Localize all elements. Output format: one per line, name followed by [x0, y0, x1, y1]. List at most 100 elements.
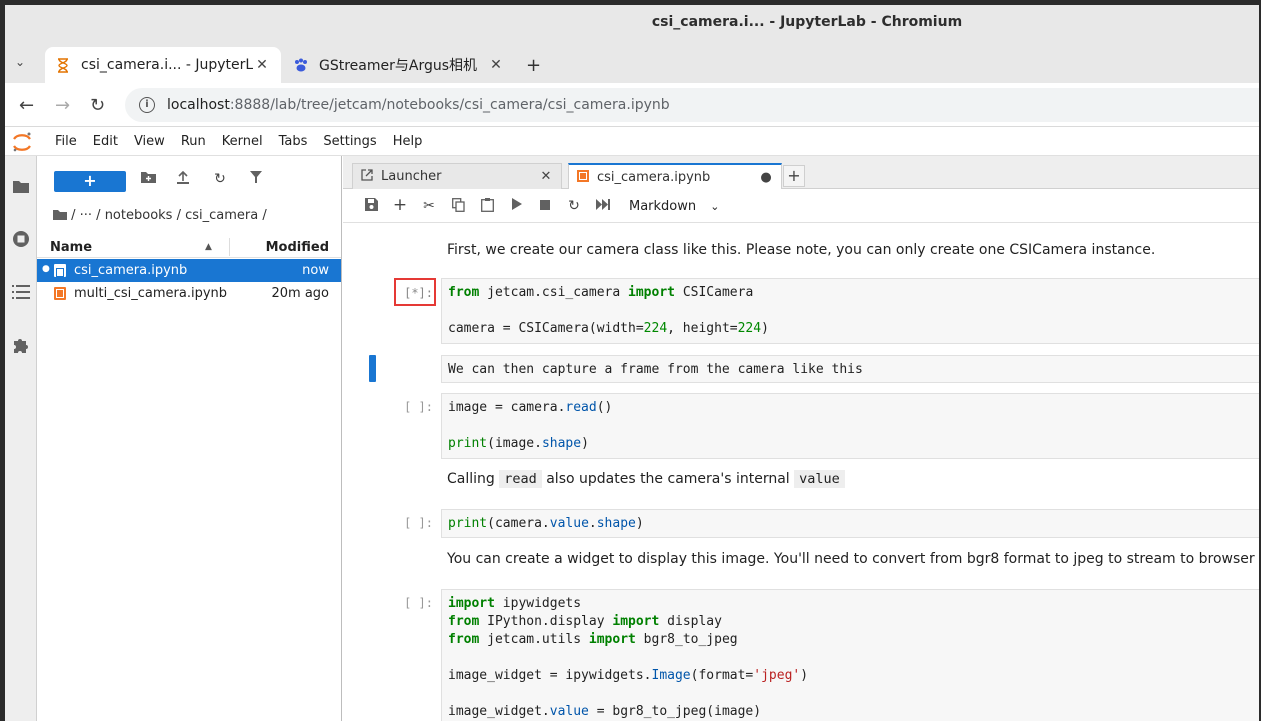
markdown-cell[interactable]: Calling read also updates the camera's i… [447, 470, 845, 488]
cell-prompt: [ ]: [404, 516, 433, 530]
tab-label: csi_camera.ipynb [597, 170, 711, 185]
column-modified-header[interactable]: Modified [266, 240, 329, 255]
file-row[interactable]: ● csi_camera.ipynb now [37, 259, 341, 282]
code-cell[interactable]: import ipywidgets from IPython.display i… [441, 589, 1259, 721]
cell-prompt: [*]: [404, 286, 433, 300]
file-browser-panel: + ↻ / ··· / notebooks / csi_camera / Nam… [37, 156, 342, 721]
inline-code: value [794, 470, 845, 488]
notebook-file-icon [54, 287, 66, 300]
file-modified: now [302, 263, 329, 278]
notebook-toolbar: + ✂ ↻ Markdown ⌄ [343, 189, 1259, 223]
code-cell[interactable]: print(camera.value.shape) [441, 509, 1259, 538]
file-browser-toolbar: + ↻ [37, 156, 341, 202]
browser-tab-gstreamer[interactable]: GStreamer与Argus相机 ✕ [283, 47, 515, 83]
file-list-header: Name ▲ Modified [37, 236, 341, 258]
menu-tabs[interactable]: Tabs [271, 134, 316, 149]
main-dock-area: Launcher ✕ csi_camera.ipynb ● + + ✂ ↻ Ma… [343, 156, 1259, 721]
menu-kernel[interactable]: Kernel [214, 134, 271, 149]
cell-type-select[interactable]: Markdown ⌄ [629, 199, 720, 214]
filter-icon[interactable] [246, 171, 266, 187]
column-name-header[interactable]: Name [50, 240, 92, 255]
hourglass-icon [55, 57, 71, 73]
interrupt-stop-icon[interactable] [536, 198, 554, 214]
upload-icon[interactable] [173, 170, 193, 188]
close-tab-icon[interactable]: ✕ [539, 169, 553, 184]
new-tab-icon[interactable]: + [526, 55, 541, 76]
close-tab-icon[interactable]: ✕ [253, 57, 271, 73]
cell-prompt: [ ]: [404, 400, 433, 414]
notebook-icon [577, 170, 591, 185]
breadcrumb[interactable]: / ··· / notebooks / csi_camera / [53, 208, 267, 223]
md-text: Calling [447, 471, 495, 487]
menu-edit[interactable]: Edit [85, 134, 126, 149]
chevron-down-icon: ⌄ [710, 200, 720, 213]
active-cell-marker[interactable] [369, 355, 376, 382]
markdown-cell[interactable]: You can create a widget to display this … [447, 551, 1255, 567]
sort-ascending-icon: ▲ [205, 242, 212, 252]
copy-icon[interactable] [449, 198, 467, 216]
menu-view[interactable]: View [126, 134, 173, 149]
markdown-cell[interactable]: First, we create our camera class like t… [447, 242, 1155, 258]
table-of-contents-icon[interactable] [11, 282, 31, 302]
run-icon[interactable] [507, 198, 525, 214]
file-name: multi_csi_camera.ipynb [74, 286, 228, 301]
cell-prompt: [ ]: [404, 596, 433, 610]
title-bar: csi_camera.i... - JupyterLab - Chromium [5, 5, 1259, 41]
menu-file[interactable]: File [47, 134, 85, 149]
code-cell[interactable]: image = camera.read() print(image.shape) [441, 393, 1259, 459]
browser-window: csi_camera.i... - JupyterLab - Chromium … [5, 5, 1259, 721]
left-activity-bar [5, 156, 37, 721]
md-text: also updates the camera's internal [546, 471, 790, 487]
tab-notebook[interactable]: csi_camera.ipynb ● [568, 163, 782, 190]
add-tab-icon[interactable]: + [783, 165, 805, 187]
browser-tab-jupyter[interactable]: csi_camera.i... - JupyterL ✕ [45, 47, 281, 83]
paste-icon[interactable] [478, 198, 496, 216]
baidu-paw-icon [293, 57, 309, 73]
new-launcher-button[interactable]: + [54, 171, 126, 192]
jupyter-logo-icon [11, 131, 33, 153]
notebook-file-icon [54, 264, 66, 277]
column-divider[interactable] [229, 238, 230, 256]
url-field[interactable]: i localhost:8888/lab/tree/jetcam/noteboo… [125, 88, 1259, 122]
restart-run-all-icon[interactable] [594, 198, 612, 214]
cell-type-value: Markdown [629, 199, 697, 214]
file-modified: 20m ago [271, 286, 329, 301]
browser-tab-label: GStreamer与Argus相机 [319, 58, 478, 74]
folder-icon[interactable] [11, 176, 31, 196]
markdown-cell-editing[interactable]: We can then capture a frame from the cam… [441, 355, 1259, 383]
reload-icon[interactable]: ↻ [90, 95, 105, 116]
forward-arrow-icon[interactable]: → [55, 95, 70, 116]
tab-search-chevron-icon[interactable]: ⌄ [15, 55, 31, 71]
cut-icon[interactable]: ✂ [420, 198, 438, 214]
menu-help[interactable]: Help [385, 134, 431, 149]
back-arrow-icon[interactable]: ← [19, 95, 34, 116]
breadcrumb-path: / ··· / notebooks / csi_camera / [71, 208, 267, 223]
menu-settings[interactable]: Settings [315, 134, 384, 149]
unsaved-dot-icon[interactable]: ● [759, 170, 773, 185]
tab-launcher[interactable]: Launcher ✕ [352, 163, 562, 189]
jupyter-menubar: File Edit View Run Kernel Tabs Settings … [5, 128, 1259, 156]
refresh-icon[interactable]: ↻ [210, 171, 230, 187]
tab-label: Launcher [381, 169, 442, 184]
browser-tab-strip: ⌄ csi_camera.i... - JupyterL ✕ GStreamer… [5, 41, 1259, 83]
code-cell[interactable]: from jetcam.csi_camera import CSICamera … [441, 278, 1259, 344]
inline-code: read [499, 470, 542, 488]
home-folder-icon [53, 210, 67, 220]
url-path: :8888/lab/tree/jetcam/notebooks/csi_came… [229, 97, 670, 113]
site-info-icon[interactable]: i [139, 97, 155, 113]
menu-run[interactable]: Run [173, 134, 214, 149]
notebook-panel: First, we create our camera class like t… [343, 223, 1259, 721]
address-bar: ← → ↻ i localhost:8888/lab/tree/jetcam/n… [5, 83, 1259, 127]
restart-kernel-icon[interactable]: ↻ [565, 198, 583, 214]
save-icon[interactable] [362, 198, 380, 215]
close-tab-icon[interactable]: ✕ [487, 57, 505, 73]
running-sessions-icon[interactable] [11, 229, 31, 249]
insert-cell-icon[interactable]: + [391, 195, 409, 215]
file-row[interactable]: multi_csi_camera.ipynb 20m ago [37, 282, 341, 305]
url-host: localhost [167, 97, 230, 113]
new-folder-icon[interactable] [138, 171, 158, 187]
browser-tab-label: csi_camera.i... - JupyterL [81, 57, 253, 73]
dock-tab-bar: Launcher ✕ csi_camera.ipynb ● + [343, 156, 1259, 190]
file-name: csi_camera.ipynb [74, 263, 188, 278]
extensions-puzzle-icon[interactable] [11, 335, 31, 355]
